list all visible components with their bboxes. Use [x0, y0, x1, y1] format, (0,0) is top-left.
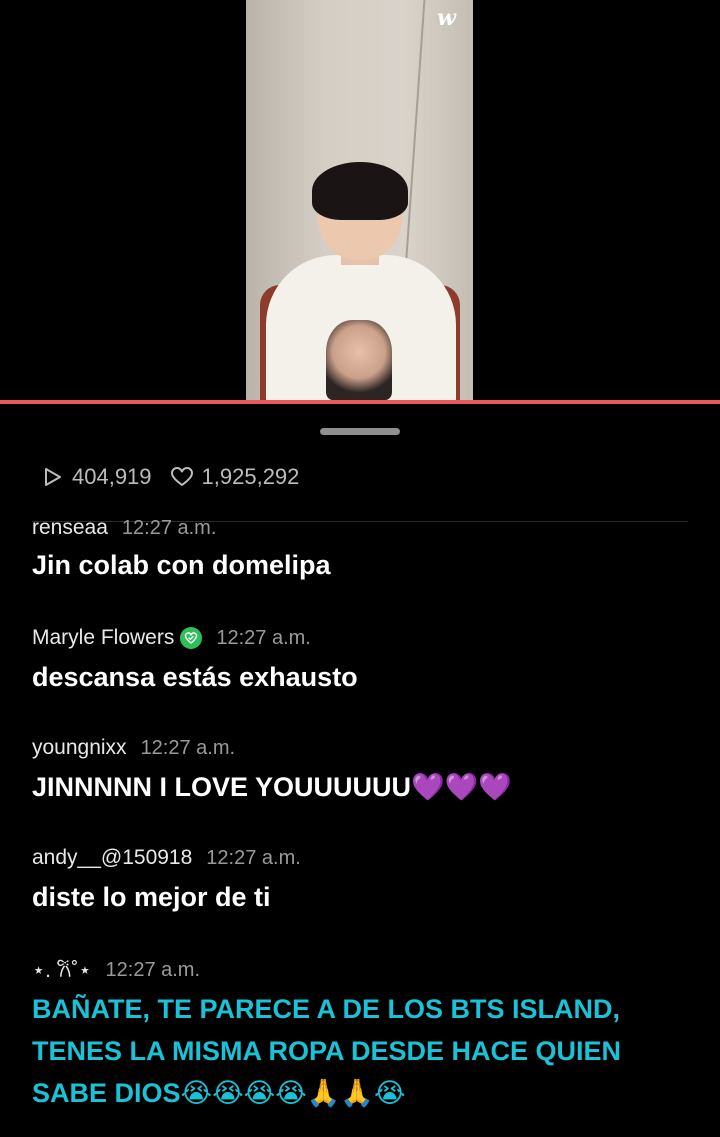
chat-timestamp: 12:27 a.m.: [216, 626, 311, 649]
chat-username[interactable]: renseaa: [32, 518, 108, 540]
video-progress-line: [0, 400, 720, 404]
heart-icon[interactable]: [170, 466, 194, 488]
tshirt-print: [326, 320, 392, 400]
drag-handle[interactable]: [320, 428, 400, 435]
like-count: 1,925,292: [201, 464, 300, 489]
chat-username[interactable]: andy__@150918: [32, 846, 192, 870]
chat-timestamp: 12:27 a.m.: [121, 518, 217, 539]
chat-text: descansa estás exhausto: [32, 662, 358, 692]
weverse-logo: w: [437, 5, 456, 31]
chat-username[interactable]: Maryle Flowers: [32, 626, 174, 650]
chat-timestamp: 12:27 a.m.: [206, 846, 301, 869]
person-hair: [312, 162, 408, 220]
door-edge: [404, 0, 426, 270]
video-frame: [246, 0, 473, 400]
chat-text: Jin colab con domelipa: [32, 550, 331, 580]
stats-row: 404,919 1,925,292: [42, 462, 317, 492]
chat-message: Maryle Flowers 12:27 a.m. descansa estás…: [32, 624, 712, 698]
view-count: 404,919: [72, 464, 152, 489]
verified-badge-icon: [180, 627, 203, 649]
chat-text: JINNNNN I LOVE YOUUUUUU💜💜💜: [32, 772, 512, 802]
chat-username[interactable]: youngnixx: [32, 736, 127, 760]
play-icon: [42, 466, 64, 488]
chat-timestamp: 12:27 a.m.: [140, 736, 236, 759]
chat-timestamp: 12:27 a.m.: [105, 958, 201, 981]
live-video-player[interactable]: w: [0, 0, 720, 400]
chat-message: youngnixx 12:27 a.m. JINNNNN I LOVE YOUU…: [32, 734, 712, 808]
chat-username[interactable]: ⋆. 𐙚˚⋆: [32, 956, 92, 984]
chat-message: renseaa 12:27 a.m. Jin colab con domelip…: [32, 518, 712, 586]
chat-text: BAÑATE, TE PARECE A DE LOS BTS ISLAND, T…: [32, 994, 622, 1108]
chat-message: andy__@150918 12:27 a.m. diste lo mejor …: [32, 844, 712, 918]
chat-text: diste lo mejor de ti: [32, 882, 271, 912]
chat-message: ⋆. 𐙚˚⋆ 12:27 a.m. BAÑATE, TE PARECE A DE…: [32, 956, 712, 1114]
